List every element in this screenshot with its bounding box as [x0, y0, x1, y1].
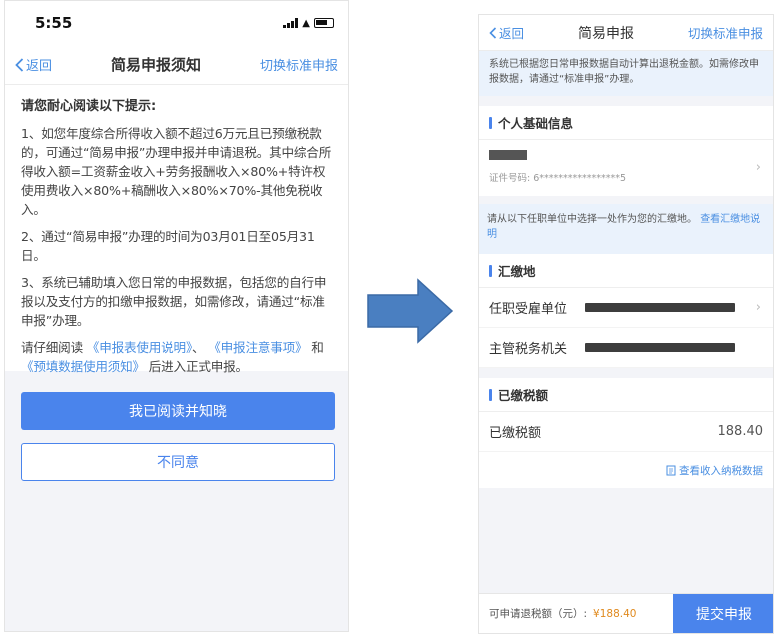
form-instructions-link[interactable]: 《申报表使用说明》	[87, 340, 192, 355]
back-button[interactable]: 返回	[489, 23, 524, 42]
section-accent-bar	[489, 264, 492, 277]
section-title: 已缴税额	[498, 388, 549, 403]
notice-item-1: 1、如您年度综合所得收入额不超过6万元且已预缴税款的，可通过“简易申报”办理申报…	[21, 126, 332, 217]
agree-button[interactable]: 我已阅读并知晓	[21, 392, 335, 430]
employer-label: 任职受雇单位	[489, 302, 568, 317]
and-text: 和	[311, 340, 324, 355]
section-accent-bar	[489, 388, 492, 401]
notice-heading: 请您耐心阅读以下提示:	[21, 99, 157, 114]
view-income-link[interactable]: 查看收入纳税数据	[479, 452, 773, 488]
refund-amount: ¥188.40	[593, 607, 637, 620]
right-nav-bar: 返回 简易申报 切换标准申报	[479, 15, 773, 51]
refund-summary: 可申请退税额（元）: ¥188.40	[479, 594, 673, 633]
bottom-bar: 可申请退税额（元）: ¥188.40 提交申报	[479, 593, 773, 633]
switch-standard-button[interactable]: 切换标准申报	[688, 23, 763, 42]
status-time: 5:55	[35, 14, 73, 32]
paid-tax-row: 已缴税额 188.40	[479, 412, 773, 452]
chevron-right-icon: ›	[755, 160, 761, 175]
personal-info-header: 个人基础信息	[479, 106, 773, 140]
back-label: 返回	[26, 59, 53, 74]
masked-name	[489, 150, 527, 160]
status-bar: 5:55 ▲	[5, 1, 348, 45]
paid-tax-header: 已缴税额	[479, 378, 773, 412]
hint-text: 请从以下任职单位中选择一处作为您的汇缴地。	[487, 214, 697, 225]
paid-tax-amount: 188.40	[717, 424, 764, 439]
masked-tax-office	[585, 343, 735, 352]
page-title: 简易申报须知	[110, 56, 201, 74]
chevron-right-icon: ›	[755, 300, 761, 315]
back-chevron-icon	[15, 57, 24, 72]
switch-standard-button[interactable]: 切换标准申报	[260, 55, 338, 74]
tax-office-label: 主管税务机关	[489, 342, 568, 357]
remit-hint: 请从以下任职单位中选择一处作为您的汇缴地。 查看汇缴地说明	[479, 204, 773, 254]
filing-notes-link[interactable]: 《申报注意事项》	[208, 340, 307, 355]
section-accent-bar	[489, 116, 492, 129]
right-phone-screen: 返回 简易申报 切换标准申报 系统已根据您日常申报数据自动计算出退税金额。如需修…	[478, 14, 774, 634]
notice-panel: 请您耐心阅读以下提示: 1、如您年度综合所得收入额不超过6万元且已预缴税款的，可…	[5, 85, 348, 374]
read-prefix: 请仔细阅读	[21, 340, 83, 355]
info-banner: 系统已根据您日常申报数据自动计算出退税金额。如需修改申报数据，请通过“标准申报”…	[479, 51, 773, 96]
remit-header: 汇缴地	[479, 254, 773, 288]
notice-read-line: 请仔细阅读 《申报表使用说明》、 《申报注意事项》 和 《预填数据使用须知》 后…	[21, 338, 334, 376]
section-title: 个人基础信息	[498, 116, 574, 131]
refund-label: 可申请退税额（元）:	[489, 608, 588, 620]
submit-button[interactable]: 提交申报	[673, 594, 773, 633]
wifi-icon: ▲	[302, 17, 310, 29]
view-income-label: 查看收入纳税数据	[679, 464, 763, 477]
prefill-notice-link[interactable]: 《预填数据使用须知》	[21, 359, 145, 374]
back-label: 返回	[499, 26, 525, 41]
left-phone-screen: 5:55 ▲ 返回 简易申报须知 切换标准申报 请您耐心阅读以下提示: 1、如您…	[4, 0, 349, 632]
system-icons: ▲	[283, 18, 334, 29]
back-chevron-icon	[489, 26, 497, 39]
page-title: 简易申报	[578, 25, 634, 42]
disagree-button[interactable]: 不同意	[21, 443, 335, 481]
section-title: 汇缴地	[498, 264, 536, 279]
read-suffix: 后进入正式申报。	[148, 359, 248, 374]
tax-office-row: 主管税务机关	[479, 328, 773, 368]
masked-employer	[585, 303, 735, 312]
document-icon	[666, 465, 676, 475]
paid-tax-label: 已缴税额	[489, 426, 542, 441]
employer-row[interactable]: 任职受雇单位 ›	[479, 288, 773, 328]
battery-icon	[314, 18, 334, 28]
notice-item-2: 2、通过“简易申报”办理的时间为03月01日至05月31日。	[21, 229, 315, 263]
left-nav-bar: 返回 简易申报须知 切换标准申报	[5, 45, 348, 85]
arrow-right-icon	[367, 278, 454, 344]
signal-icon	[283, 18, 299, 28]
id-number: 证件号码: 6*****************5	[489, 173, 627, 184]
personal-info-row[interactable]: 证件号码: 6*****************5 ›	[479, 140, 773, 196]
back-button[interactable]: 返回	[15, 55, 52, 74]
notice-item-3: 3、系统已辅助填入您日常的申报数据，包括您的自行申报以及支付方的扣缴申报数据，如…	[21, 275, 327, 328]
separator: 、	[192, 340, 205, 355]
